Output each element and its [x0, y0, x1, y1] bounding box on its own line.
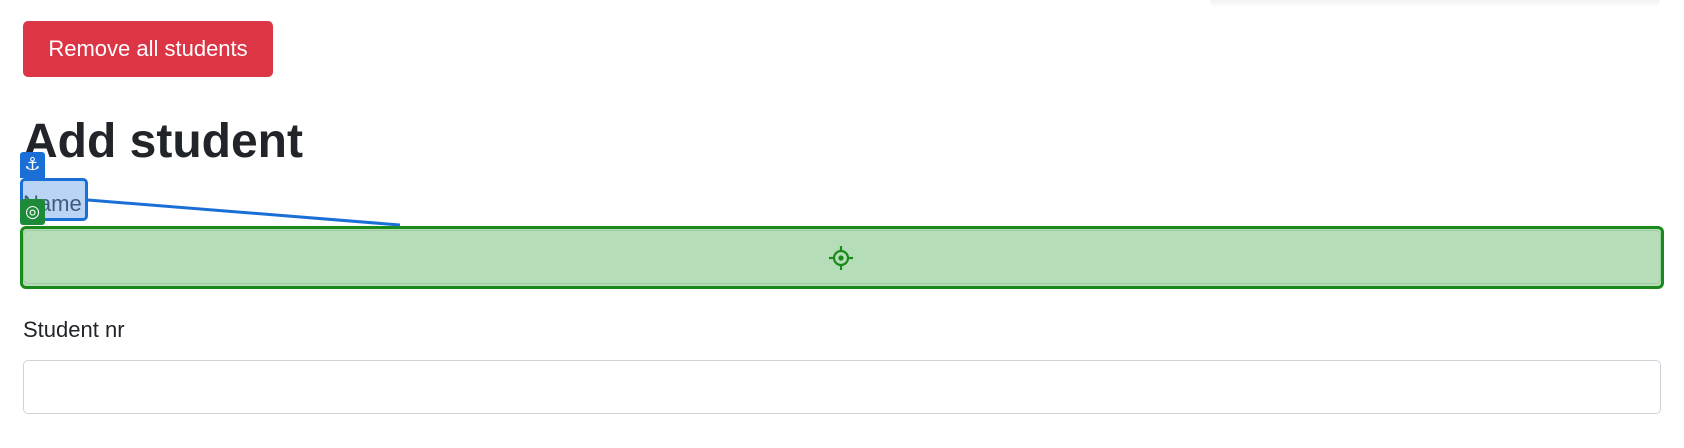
target-icon: ◎ — [20, 199, 45, 225]
add-student-page: Remove all students Add student Name Stu… — [0, 0, 1684, 448]
top-edge-shadow — [1210, 0, 1660, 8]
student-nr-input[interactable] — [23, 360, 1661, 414]
anchor-icon: ⚓ — [20, 152, 45, 178]
page-title: Add student — [23, 115, 303, 168]
student-nr-label: Student nr — [23, 317, 125, 342]
remove-all-students-button[interactable]: Remove all students — [23, 21, 273, 77]
crosshair-icon — [829, 246, 853, 270]
